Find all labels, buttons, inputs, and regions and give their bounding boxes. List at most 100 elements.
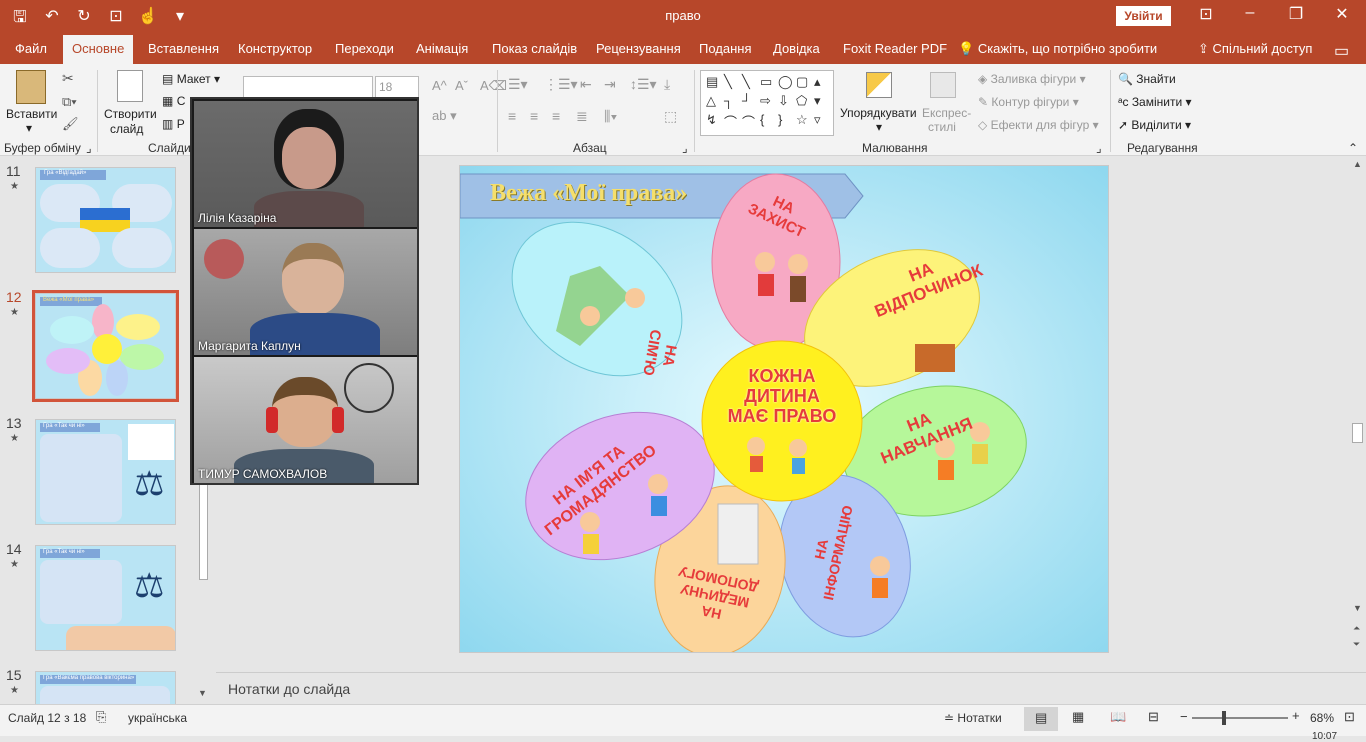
tab-insert[interactable]: Вставлення — [148, 41, 219, 56]
brace-right-shape-icon[interactable]: } — [778, 112, 794, 132]
slide-thumbnail-15[interactable]: Гра «Вакєма правова вікторина» — [35, 671, 176, 704]
collapse-ribbon-icon[interactable]: ⌃ — [1348, 141, 1358, 155]
notes-pane[interactable]: Нотатки до слайда — [216, 672, 1366, 704]
scrollbar-thumb[interactable] — [199, 480, 208, 580]
arc-shape-icon[interactable]: ⌒ — [742, 112, 758, 132]
next-slide-icon[interactable]: ⏷ — [1353, 639, 1360, 650]
rectangle-shape-icon[interactable]: ▭ — [760, 74, 776, 91]
tab-animations[interactable]: Анімація — [416, 41, 468, 56]
tab-review[interactable]: Рецензування — [596, 41, 681, 56]
tab-file[interactable]: Файл — [15, 41, 47, 56]
quick-styles-button-line2[interactable]: стилі — [928, 120, 956, 134]
line-spacing-icon[interactable]: ↕☰▾ — [630, 76, 657, 93]
customize-icon[interactable]: ▾ — [170, 6, 190, 33]
columns-icon[interactable]: ⫼▾ — [604, 108, 617, 125]
save-icon[interactable]: 🖫 — [10, 6, 30, 33]
format-painter-icon[interactable]: 🖌 — [62, 116, 79, 132]
slide-thumbnail-12[interactable]: Вежа «Мої права» — [32, 290, 179, 402]
reset-button[interactable]: ▦ С — [162, 94, 185, 108]
tab-home[interactable]: Основне — [63, 35, 134, 64]
participant-tile[interactable]: ТИМУР САМОХВАЛОВ — [194, 357, 417, 483]
undo-icon[interactable]: ↶ — [42, 6, 62, 33]
drawing-launcher-icon[interactable]: ⌟ — [1096, 141, 1102, 155]
section-button[interactable]: ▥ Р — [162, 117, 185, 131]
redo-icon[interactable]: ↻ — [74, 6, 94, 33]
ribbon-display-icon[interactable]: ⊡ — [1186, 4, 1226, 24]
arrow-right-shape-icon[interactable]: ⇨ — [760, 93, 776, 110]
zoom-slider[interactable] — [1192, 711, 1288, 725]
zoom-in-icon[interactable]: + — [1292, 708, 1300, 723]
shape-fill-button[interactable]: ◈ Заливка фігури ▾ — [978, 72, 1086, 86]
freeform-shape-icon[interactable]: ↯ — [706, 112, 722, 132]
increase-font-icon[interactable]: A^ — [432, 78, 447, 93]
copy-icon[interactable]: ⧉▾ — [62, 94, 77, 110]
find-button[interactable]: 🔍 Знайти — [1118, 72, 1176, 86]
scroll-down-icon[interactable]: ▾ — [814, 93, 830, 110]
align-center-icon[interactable]: ≡ — [530, 108, 538, 124]
quick-styles-icon[interactable] — [930, 72, 956, 98]
editor-scrollbar[interactable]: ▲ ▼ ⏶ ⏷ — [1349, 157, 1366, 670]
elbow-connector-icon[interactable]: ┐ — [724, 93, 740, 110]
close-icon[interactable]: ✕ — [1322, 4, 1362, 24]
increase-indent-icon[interactable]: ⇥ — [604, 76, 616, 93]
participant-tile[interactable]: Маргарита Каплун — [194, 229, 417, 355]
decrease-font-icon[interactable]: Aˇ — [455, 78, 468, 93]
spellcheck-icon[interactable]: ⎘ — [96, 709, 106, 725]
arrange-button[interactable]: Упорядкувати — [840, 106, 917, 120]
star-shape-icon[interactable]: ☆ — [796, 112, 812, 132]
align-left-icon[interactable]: ≡ — [508, 108, 516, 124]
quick-styles-button[interactable]: Експрес- — [922, 106, 971, 120]
notes-toggle-button[interactable]: ≐ Нотатки — [944, 711, 1002, 725]
tell-me-box[interactable]: 💡 Скажіть, що потрібно зробити — [958, 41, 1157, 57]
bullets-icon[interactable]: ☰▾ — [508, 76, 528, 93]
align-right-icon[interactable]: ≡ — [552, 108, 560, 124]
tab-transitions[interactable]: Переходи — [335, 41, 394, 56]
scrollbar-thumb[interactable] — [1352, 423, 1363, 443]
font-size-input[interactable]: 18 — [375, 76, 419, 98]
scroll-up-arrow-icon[interactable]: ▲ — [1353, 159, 1362, 169]
zoom-level[interactable]: 68% — [1310, 711, 1334, 725]
share-button[interactable]: ⇪ Спільний доступ — [1198, 41, 1312, 57]
new-slide-button[interactable]: Створити — [104, 107, 157, 121]
notes-placeholder[interactable]: Нотатки до слайда — [228, 681, 350, 697]
decrease-indent-icon[interactable]: ⇤ — [580, 76, 592, 93]
previous-slide-icon[interactable]: ⏶ — [1353, 623, 1360, 634]
slide-thumbnail-13[interactable]: Гра «Так чи ні» ⚖ — [35, 419, 176, 525]
new-slide-icon[interactable] — [117, 70, 143, 102]
font-name-input[interactable] — [243, 76, 373, 98]
curve-shape-icon[interactable]: ⌒ — [724, 112, 740, 132]
scroll-up-icon[interactable]: ▴ — [814, 74, 830, 91]
arrange-icon[interactable] — [866, 72, 892, 98]
numbering-icon[interactable]: ⋮☰▾ — [544, 76, 578, 93]
paste-button[interactable]: Вставити — [6, 107, 57, 121]
present-icon[interactable]: ⊡ — [106, 6, 126, 33]
clipboard-launcher-icon[interactable]: ⌟ — [86, 141, 92, 155]
paste-icon[interactable] — [16, 70, 46, 104]
participant-tile[interactable]: Лілія Казаріна — [194, 101, 417, 227]
tab-design[interactable]: Конструктор — [238, 41, 312, 56]
comments-icon[interactable]: ▭ — [1334, 41, 1349, 61]
tab-help[interactable]: Довідка — [773, 41, 820, 56]
scroll-down-arrow-icon[interactable]: ▼ — [1353, 603, 1362, 613]
slide-thumbnail-14[interactable]: Гра «Так чи ні» ⚖ — [35, 545, 176, 651]
text-direction-icon[interactable]: ⤓ — [664, 76, 670, 93]
minimize-icon[interactable]: – — [1230, 4, 1270, 22]
fit-slide-icon[interactable]: ⊡ — [1344, 709, 1355, 725]
tab-view[interactable]: Подання — [699, 41, 752, 56]
touch-icon[interactable]: ☝ — [138, 6, 158, 33]
normal-view-button[interactable]: ▤ — [1024, 707, 1058, 731]
pentagon-shape-icon[interactable]: ⬠ — [796, 93, 812, 110]
replace-button[interactable]: ᵃc Замінити ▾ — [1118, 95, 1192, 109]
tab-foxit[interactable]: Foxit Reader PDF — [843, 41, 947, 56]
shape-outline-button[interactable]: ✎ Контур фігури ▾ — [978, 95, 1079, 109]
smartart-icon[interactable]: ⬚ — [664, 108, 677, 125]
slide-sorter-icon[interactable]: ▦ — [1072, 709, 1084, 725]
text-shadow-icon[interactable]: ab ▾ — [432, 108, 457, 124]
textbox-shape-icon[interactable]: ▤ — [706, 74, 722, 91]
more-shapes-icon[interactable]: ▿ — [814, 112, 830, 132]
justify-icon[interactable]: ≣ — [576, 108, 588, 125]
reading-view-icon[interactable]: 📖 — [1110, 709, 1126, 725]
cut-icon[interactable]: ✂ — [62, 70, 74, 87]
paragraph-launcher-icon[interactable]: ⌟ — [682, 141, 688, 155]
new-slide-button-line2[interactable]: слайд — [110, 122, 143, 136]
